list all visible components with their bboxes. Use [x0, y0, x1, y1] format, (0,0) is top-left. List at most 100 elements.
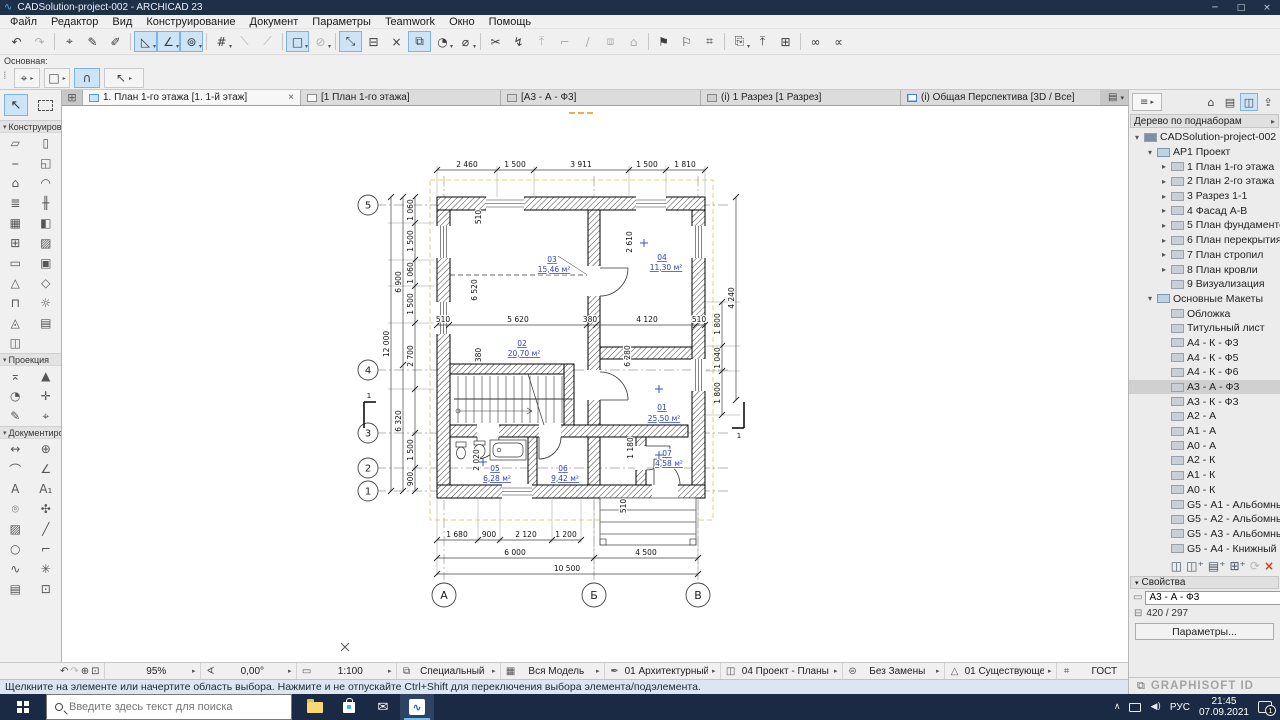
taskbar-search[interactable]	[46, 694, 292, 720]
camera-set-tool[interactable]: ✣	[31, 499, 62, 519]
toolbar-button[interactable]	[206, 33, 207, 50]
inject-parameters-button[interactable]: ✐	[104, 31, 127, 52]
tree-item[interactable]: А1 - А	[1129, 424, 1280, 439]
start-button[interactable]	[0, 694, 46, 720]
search-input[interactable]	[69, 701, 283, 713]
graphic-overrides-control[interactable]: ⊜Без Замены	[842, 663, 944, 679]
dimension-tool[interactable]: ↔	[0, 439, 31, 459]
tree-item[interactable]: G5 - А3 - Альбомный	[1129, 527, 1280, 542]
tree-item-ap1[interactable]: ▾ АР1 Проект	[1129, 145, 1280, 160]
magnet-button[interactable]: ∩	[74, 68, 100, 88]
move-button[interactable]: ⤡	[339, 31, 362, 52]
tree-item[interactable]: ▸ 8 План кровли	[1129, 262, 1280, 277]
layout-settings-button[interactable]: ◫	[1171, 559, 1182, 573]
tab-list-icon[interactable]: ▤	[1108, 92, 1117, 103]
roof-tool[interactable]: ⌂	[0, 173, 31, 193]
tree-item[interactable]: G5 - А4 - Книжный	[1129, 541, 1280, 556]
import-layout-button[interactable]: ⊞⁺	[1229, 559, 1245, 573]
tab-view-plan-1[interactable]: [1 План 1-го этажа]	[300, 90, 500, 105]
tree-item[interactable]: ▸ 2 План 2-го этажа	[1129, 174, 1280, 189]
tree-item[interactable]: А2 - А	[1129, 409, 1280, 424]
stretch-button[interactable]: ×	[385, 31, 408, 52]
mirror-button[interactable]: ⌀	[454, 31, 477, 52]
tab-floor-plan-1[interactable]: 1. План 1-го этажа [1. 1-й этаж] ×	[82, 90, 300, 105]
toolbox-section-views[interactable]: ▾Проекция	[0, 353, 61, 366]
copy-settings-button[interactable]: ⎘	[728, 31, 751, 52]
layer-combination-control[interactable]: ⧉Специальный	[396, 663, 500, 679]
text-tool[interactable]: A	[0, 479, 31, 499]
tree-item[interactable]: ▸ 5 План фундаментов	[1129, 218, 1280, 233]
zoom-fit-button[interactable]: ⊡	[91, 666, 99, 677]
toolbar-button[interactable]	[648, 33, 649, 50]
toolbox-section-document[interactable]: ▾Документирование	[0, 426, 61, 439]
stair-tool[interactable]: ≣	[0, 193, 31, 213]
angle-dimension-tool[interactable]: ∠	[31, 459, 62, 479]
tree-item[interactable]: А0 - К	[1129, 483, 1280, 498]
pen-set-control[interactable]: ✒01 Архитектурный...	[604, 663, 720, 679]
slab-tool[interactable]: ◱	[31, 153, 62, 173]
scale-control[interactable]: ▭1:100	[296, 663, 396, 679]
tree-item[interactable]: А0 - А	[1129, 438, 1280, 453]
drawing-tool[interactable]: ⊡	[31, 579, 62, 599]
window-stack-icon[interactable]: ⧉	[1137, 679, 1145, 693]
circle-tool[interactable]: ○	[0, 539, 31, 559]
capture-button[interactable]: ⌗	[698, 31, 721, 52]
menu-file[interactable]: Файл	[3, 15, 44, 29]
tree-item[interactable]: 9 Визуализация	[1129, 277, 1280, 292]
elevation-button[interactable]: ⌂	[622, 31, 645, 52]
lamp-tool[interactable]: ☼	[31, 293, 62, 313]
intersect-button[interactable]: ∕	[576, 31, 599, 52]
tree-item[interactable]: А4 - К - Ф3	[1129, 336, 1280, 351]
level-dimension-tool[interactable]: ⊕	[31, 439, 62, 459]
menu-teamwork[interactable]: Teamwork	[378, 15, 442, 29]
morph-tool[interactable]: △	[0, 273, 31, 293]
markup-button[interactable]: ⚑	[652, 31, 675, 52]
column-tool[interactable]: ▯	[31, 133, 62, 153]
volume-icon[interactable]: ◀)	[1150, 702, 1160, 712]
railing-tool[interactable]: ╫	[31, 193, 62, 213]
toolbar-grip-icon[interactable]: ⁞	[3, 69, 7, 82]
detail-tool[interactable]: ✛	[31, 386, 62, 406]
model-view-options-control[interactable]: ◫04 Проект - Планы	[720, 663, 842, 679]
tab-overview-icon[interactable]: ⊞	[62, 90, 82, 105]
beam-tool[interactable]: ⎯	[0, 153, 31, 173]
clock[interactable]: 21:45 07.09.2021	[1199, 696, 1249, 719]
menu-view[interactable]: Вид	[105, 15, 139, 29]
unlink-button[interactable]: ∝	[827, 31, 850, 52]
snap-points-button[interactable]: ⊚	[180, 31, 203, 52]
tree-item[interactable]: А4 - К - Ф6	[1129, 365, 1280, 380]
new-layout-button[interactable]: ◫⁺	[1186, 559, 1204, 573]
project-map-button[interactable]: ⌂	[1202, 93, 1220, 111]
grid-element-tool[interactable]: ▤	[31, 313, 62, 333]
delete-button[interactable]: ×	[1264, 559, 1274, 573]
curtain-wall-tool[interactable]: ▦	[0, 213, 31, 233]
arrow-tool-button[interactable]: ↖	[104, 68, 144, 88]
tab-3d-perspective[interactable]: (i) Общая Перспектива [3D / Все]	[900, 90, 1100, 105]
wall-tool[interactable]: ▱	[0, 133, 31, 153]
default-settings-button[interactable]: ⌖	[14, 68, 40, 88]
skylight-tool[interactable]: ▨	[31, 233, 62, 253]
toolbar-button[interactable]	[480, 33, 481, 50]
marquee-frame-button[interactable]: □	[286, 31, 309, 52]
polyline-tool[interactable]: ⌐	[31, 539, 62, 559]
taskbar-archicad[interactable]: ∿	[400, 694, 434, 720]
opening-vertical-tool[interactable]: ◫	[0, 333, 31, 353]
window-tool[interactable]: ⊞	[0, 233, 31, 253]
orientation-control[interactable]: ∢0,00°	[200, 663, 296, 679]
update-button[interactable]: ⟳	[1250, 559, 1260, 573]
navigator-header[interactable]: Дерево по поднаборам ▸	[1130, 114, 1279, 128]
renovation-filter-control[interactable]: △01 Существующее ...	[944, 663, 1056, 679]
door-tool[interactable]: ◧	[31, 213, 62, 233]
auto-dimension-button[interactable]: ⊟	[362, 31, 385, 52]
toolbar-button[interactable]	[335, 33, 336, 50]
redo-button[interactable]: ↷	[28, 31, 51, 52]
mesh-tool[interactable]: ◬	[0, 313, 31, 333]
maximize-icon[interactable]: □	[1228, 3, 1254, 13]
tree-item-project[interactable]: ▾ CADSolution-project-002	[1129, 130, 1280, 145]
fill-tool[interactable]: ▨	[0, 519, 31, 539]
zoom-in-button[interactable]: ⊕	[81, 666, 89, 677]
close-icon[interactable]: ×	[1254, 3, 1280, 13]
view-map-button[interactable]: ▤	[1221, 93, 1239, 111]
transfer-settings-button[interactable]: ⤒	[751, 31, 774, 52]
toolbar-button[interactable]	[800, 33, 801, 50]
